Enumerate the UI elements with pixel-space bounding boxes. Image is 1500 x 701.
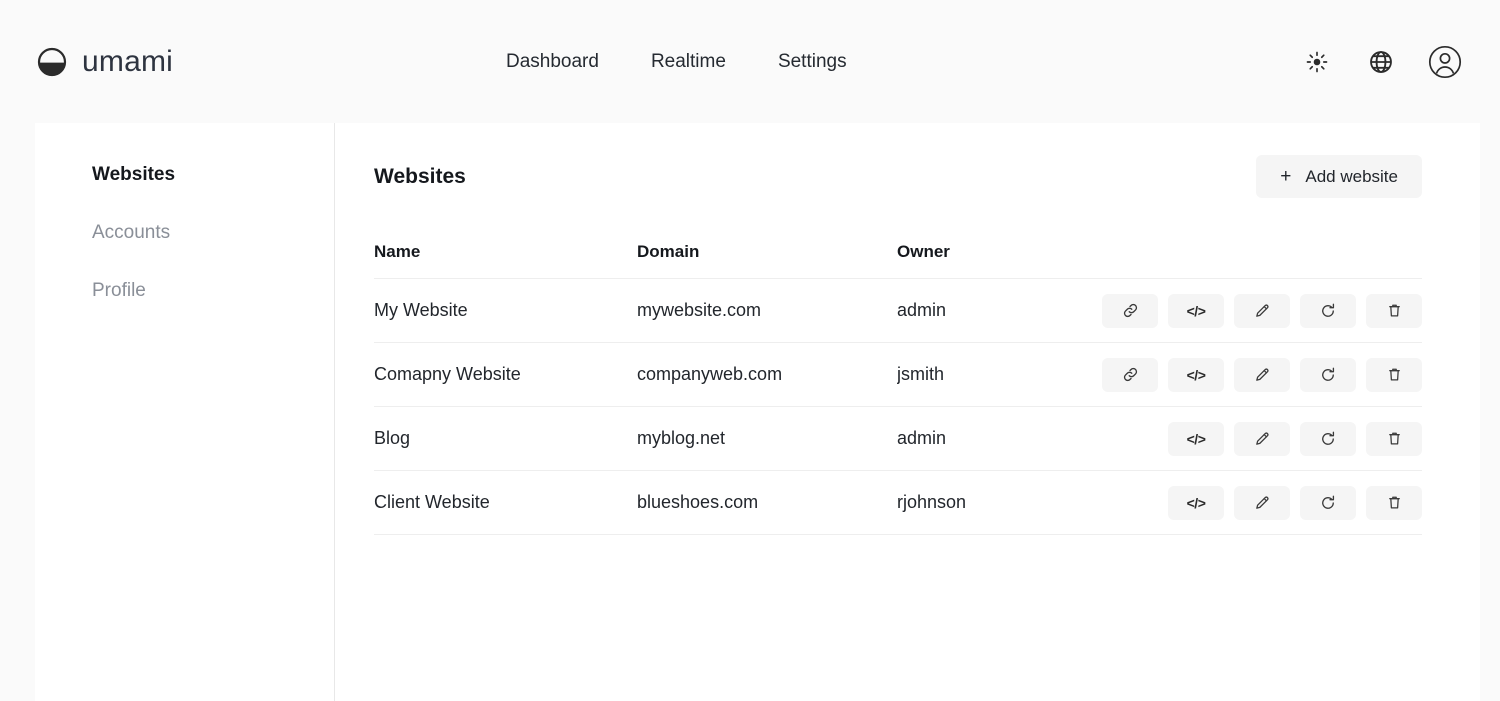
column-header-name: Name bbox=[374, 242, 637, 262]
settings-sidebar: Websites Accounts Profile bbox=[35, 123, 335, 701]
refresh-icon bbox=[1319, 302, 1337, 320]
theme-toggle-button[interactable] bbox=[1300, 45, 1334, 79]
app-header: umami Dashboard Realtime Settings bbox=[0, 0, 1500, 123]
add-website-button[interactable]: + Add website bbox=[1256, 155, 1422, 198]
cell-domain: mywebsite.com bbox=[637, 300, 897, 321]
globe-icon bbox=[1368, 49, 1394, 75]
column-header-owner: Owner bbox=[897, 242, 1422, 262]
cell-name: Client Website bbox=[374, 492, 637, 513]
refresh-icon bbox=[1319, 366, 1337, 384]
row-actions: </> bbox=[1102, 294, 1422, 328]
websites-table: Name Domain Owner My Website mywebsite.c… bbox=[374, 242, 1422, 535]
edit-pencil-icon bbox=[1254, 302, 1271, 319]
cell-name: My Website bbox=[374, 300, 637, 321]
nav-settings[interactable]: Settings bbox=[778, 51, 847, 73]
reset-button[interactable] bbox=[1300, 358, 1356, 392]
edit-button[interactable] bbox=[1234, 486, 1290, 520]
table-header: Name Domain Owner bbox=[374, 242, 1422, 279]
cell-domain: companyweb.com bbox=[637, 364, 897, 385]
sidebar-item-profile[interactable]: Profile bbox=[92, 281, 334, 300]
refresh-icon bbox=[1319, 430, 1337, 448]
language-button[interactable] bbox=[1364, 45, 1398, 79]
link-icon bbox=[1122, 302, 1139, 319]
brand[interactable]: umami bbox=[36, 45, 506, 79]
cell-domain: myblog.net bbox=[637, 428, 897, 449]
link-button[interactable] bbox=[1102, 358, 1158, 392]
tracking-code-button[interactable]: </> bbox=[1168, 486, 1224, 520]
column-header-domain: Domain bbox=[637, 242, 897, 262]
delete-button[interactable] bbox=[1366, 486, 1422, 520]
delete-button[interactable] bbox=[1366, 358, 1422, 392]
code-icon: </> bbox=[1187, 431, 1206, 447]
header-actions bbox=[1300, 45, 1462, 79]
user-avatar-icon bbox=[1428, 45, 1462, 79]
main-nav: Dashboard Realtime Settings bbox=[506, 51, 847, 73]
row-actions: </> bbox=[1168, 422, 1422, 456]
reset-button[interactable] bbox=[1300, 294, 1356, 328]
section-header: Websites + Add website bbox=[374, 155, 1422, 198]
tracking-code-button[interactable]: </> bbox=[1168, 294, 1224, 328]
table-row: Client Website blueshoes.com rjohnson </… bbox=[374, 471, 1422, 535]
trash-icon bbox=[1386, 302, 1403, 319]
websites-section: Websites + Add website Name Domain Owner… bbox=[335, 123, 1480, 701]
table-row: Blog myblog.net admin </> bbox=[374, 407, 1422, 471]
plus-icon: + bbox=[1280, 167, 1291, 186]
edit-button[interactable] bbox=[1234, 422, 1290, 456]
edit-button[interactable] bbox=[1234, 294, 1290, 328]
edit-pencil-icon bbox=[1254, 366, 1271, 383]
cell-name: Comapny Website bbox=[374, 364, 637, 385]
code-icon: </> bbox=[1187, 367, 1206, 383]
code-icon: </> bbox=[1187, 495, 1206, 511]
cell-owner: rjohnson bbox=[897, 492, 1168, 513]
cell-name: Blog bbox=[374, 428, 637, 449]
cell-owner: admin bbox=[897, 428, 1168, 449]
nav-realtime[interactable]: Realtime bbox=[651, 51, 726, 73]
sun-icon bbox=[1306, 51, 1328, 73]
row-actions: </> bbox=[1102, 358, 1422, 392]
trash-icon bbox=[1386, 366, 1403, 383]
brand-name: umami bbox=[82, 45, 173, 79]
row-actions: </> bbox=[1168, 486, 1422, 520]
link-icon bbox=[1122, 366, 1139, 383]
code-icon: </> bbox=[1187, 303, 1206, 319]
trash-icon bbox=[1386, 494, 1403, 511]
cell-owner: admin bbox=[897, 300, 1102, 321]
sidebar-item-accounts[interactable]: Accounts bbox=[92, 223, 334, 242]
reset-button[interactable] bbox=[1300, 486, 1356, 520]
reset-button[interactable] bbox=[1300, 422, 1356, 456]
sidebar-item-websites[interactable]: Websites bbox=[92, 165, 334, 184]
link-button[interactable] bbox=[1102, 294, 1158, 328]
table-row: Comapny Website companyweb.com jsmith bbox=[374, 343, 1422, 407]
profile-button[interactable] bbox=[1428, 45, 1462, 79]
trash-icon bbox=[1386, 430, 1403, 447]
tracking-code-button[interactable]: </> bbox=[1168, 358, 1224, 392]
page-title: Websites bbox=[374, 165, 466, 189]
refresh-icon bbox=[1319, 494, 1337, 512]
edit-button[interactable] bbox=[1234, 358, 1290, 392]
delete-button[interactable] bbox=[1366, 294, 1422, 328]
cell-domain: blueshoes.com bbox=[637, 492, 897, 513]
table-body: My Website mywebsite.com admin bbox=[374, 279, 1422, 535]
tracking-code-button[interactable]: </> bbox=[1168, 422, 1224, 456]
cell-owner: jsmith bbox=[897, 364, 1102, 385]
delete-button[interactable] bbox=[1366, 422, 1422, 456]
edit-pencil-icon bbox=[1254, 494, 1271, 511]
edit-pencil-icon bbox=[1254, 430, 1271, 447]
content-panel: Websites Accounts Profile Websites + Add… bbox=[35, 123, 1480, 701]
nav-dashboard[interactable]: Dashboard bbox=[506, 51, 599, 73]
umami-bowl-logo-icon bbox=[36, 46, 68, 78]
table-row: My Website mywebsite.com admin bbox=[374, 279, 1422, 343]
add-website-label: Add website bbox=[1305, 168, 1398, 185]
